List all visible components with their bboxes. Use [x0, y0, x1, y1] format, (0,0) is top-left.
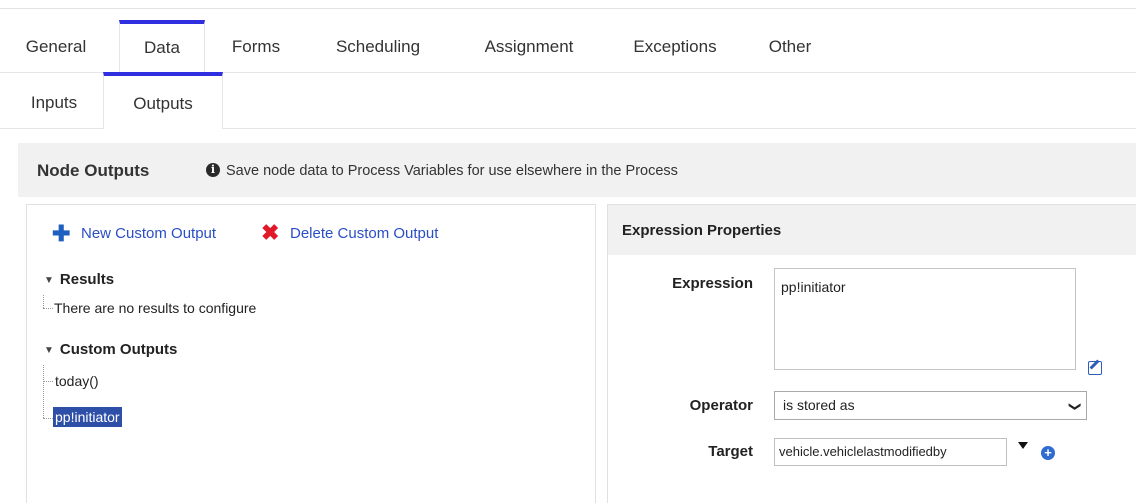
node-outputs-description: Save node data to Process Variables for …: [226, 163, 678, 179]
target-input[interactable]: vehicle.vehiclelastmodifiedby: [774, 438, 1007, 466]
tab-forms[interactable]: Forms: [218, 20, 294, 72]
expression-textarea[interactable]: pp!initiator: [774, 268, 1076, 370]
tree-connector: [43, 381, 53, 382]
tab-outputs[interactable]: Outputs: [103, 72, 223, 129]
x-icon[interactable]: ✖: [261, 221, 279, 245]
custom-output-item-selected[interactable]: pp!initiator: [53, 407, 122, 427]
delete-custom-output-link[interactable]: Delete Custom Output: [290, 225, 438, 242]
custom-outputs-title: Custom Outputs: [59, 341, 178, 358]
tab-general[interactable]: General: [14, 20, 98, 72]
node-outputs-title: Node Outputs: [37, 161, 150, 180]
tree-connector: [43, 308, 53, 309]
chevron-down-icon: ❯: [1068, 401, 1083, 412]
expression-properties-header: Expression Properties: [608, 205, 1136, 255]
target-dropdown-icon[interactable]: [1018, 442, 1028, 449]
info-circle-icon: i: [206, 163, 220, 177]
results-empty-text: There are no results to configure: [54, 300, 257, 316]
edit-expression-icon[interactable]: [1088, 361, 1102, 375]
primary-tab-bar: General Data Forms Scheduling Assignment…: [0, 20, 1136, 73]
results-title: Results: [59, 271, 115, 288]
tree-connector: [43, 418, 53, 419]
plus-icon[interactable]: ✚: [52, 223, 70, 245]
node-outputs-header: Node Outputs i Save node data to Process…: [18, 143, 1136, 197]
tab-other[interactable]: Other: [755, 20, 825, 72]
collapse-triangle-icon[interactable]: ▼: [44, 345, 54, 356]
outputs-tree-panel: ✚ New Custom Output ✖ Delete Custom Outp…: [26, 204, 596, 503]
tab-data[interactable]: Data: [119, 20, 205, 73]
expression-properties-panel: Expression Properties Expression pp!init…: [607, 204, 1136, 503]
expression-label: Expression: [672, 275, 753, 292]
collapse-triangle-icon[interactable]: ▼: [44, 275, 54, 286]
custom-outputs-group[interactable]: ▼ Custom Outputs: [44, 341, 177, 358]
custom-output-item[interactable]: today(): [55, 373, 99, 389]
tab-inputs[interactable]: Inputs: [13, 72, 95, 128]
top-divider: [0, 8, 1136, 9]
target-label: Target: [708, 443, 753, 460]
operator-select[interactable]: is stored as ❯: [774, 391, 1087, 420]
expression-properties-title: Expression Properties: [622, 222, 782, 239]
tab-exceptions[interactable]: Exceptions: [615, 20, 735, 72]
operator-label: Operator: [689, 397, 753, 414]
new-custom-output-link[interactable]: New Custom Output: [81, 225, 216, 242]
operator-value: is stored as: [783, 397, 855, 413]
results-group[interactable]: ▼ Results: [44, 271, 114, 288]
add-circle-icon[interactable]: +: [1041, 446, 1055, 460]
tree-connector: [43, 365, 44, 418]
tree-connector: [43, 295, 44, 308]
tab-scheduling[interactable]: Scheduling: [316, 20, 440, 72]
secondary-tab-bar: Inputs Outputs: [0, 72, 1136, 129]
tab-assignment[interactable]: Assignment: [462, 20, 596, 72]
